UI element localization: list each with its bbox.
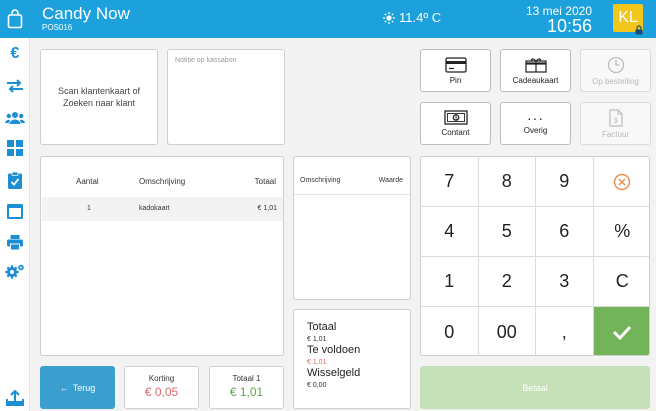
key-2[interactable]: 2	[478, 257, 536, 307]
key-4[interactable]: 4	[421, 207, 479, 257]
pin-label: Pin	[449, 75, 462, 85]
svg-text:$: $	[614, 118, 618, 125]
total1-value: € 1,01	[229, 385, 264, 399]
banknote-icon: $	[443, 110, 468, 125]
other-label: Overig	[523, 125, 548, 135]
scan-customer-button[interactable]: Scan klantenkaart of Zoeken naar klant	[40, 49, 158, 145]
table-row[interactable]: 1 kadokaart € 1,01	[42, 197, 283, 221]
key-8[interactable]: 8	[478, 157, 536, 207]
invoice-label: Factuur	[601, 129, 630, 139]
arrow-left-icon: ←	[59, 382, 69, 393]
key-00[interactable]: 00	[479, 307, 536, 355]
euro-icon[interactable]: €	[5, 44, 25, 64]
invoice-icon: $	[608, 108, 623, 127]
temperature: 11.4º C	[399, 10, 442, 25]
total1-button[interactable]: Totaal 1 € 1,01	[209, 366, 284, 409]
numpad: 7 8 9 4 5 6 % 1 2 3 C 0 00 ,	[420, 156, 650, 356]
register-id: POS016	[42, 23, 73, 32]
weather-widget: 11.4º C	[383, 10, 441, 25]
column-header-total: Totaal	[254, 177, 276, 186]
pay-button[interactable]: Betaal	[420, 366, 650, 409]
checkmark-icon	[613, 325, 632, 340]
confirm-key[interactable]	[593, 307, 649, 355]
key-9[interactable]: 9	[536, 157, 594, 207]
column-header-qty: Aantal	[76, 177, 99, 186]
total-value: € 1,01	[307, 336, 327, 343]
key-0[interactable]: 0	[421, 307, 479, 355]
key-5[interactable]: 5	[478, 207, 536, 257]
receipt-note-panel	[167, 49, 285, 145]
sidebar: €	[0, 38, 30, 411]
back-button[interactable]: ← Terug	[40, 366, 115, 409]
due-label: Te voldoen	[307, 344, 361, 356]
other-payment-button[interactable]: ··· Overig	[500, 102, 571, 145]
total-label: Totaal	[307, 321, 337, 333]
vouchers-table: Omschrijving Waarde	[293, 156, 411, 300]
grid-icon[interactable]	[5, 138, 25, 158]
receipt-note-input[interactable]	[168, 50, 284, 144]
clock-icon	[607, 56, 624, 73]
printer-icon[interactable]	[5, 232, 25, 252]
total1-label: Totaal 1	[232, 374, 261, 383]
more-dots-icon: ···	[527, 109, 544, 126]
key-clear[interactable]: C	[593, 257, 649, 307]
transfer-arrows-icon[interactable]	[5, 76, 25, 96]
key-3[interactable]: 3	[536, 257, 594, 307]
giftcard-label: Cadeaukaart	[512, 75, 559, 85]
row-description: kadokaart	[139, 205, 170, 212]
clear-entry-key[interactable]	[593, 157, 649, 207]
current-time: 10:56	[546, 16, 592, 36]
key-6[interactable]: 6	[536, 207, 594, 257]
key-7[interactable]: 7	[421, 157, 479, 207]
totals-summary: Totaal € 1,01 Te voldoen € 1,01 Wisselge…	[293, 309, 411, 409]
gift-icon	[524, 57, 547, 73]
sun-icon	[383, 11, 395, 24]
order-lines-table: Aantal Omschrijving Totaal 1 kadokaart €…	[40, 156, 284, 356]
cash-payment-button[interactable]: $ Contant	[420, 102, 491, 145]
pin-payment-button[interactable]: Pin	[420, 49, 491, 92]
voucher-header-value: Waarde	[378, 177, 403, 184]
divider	[294, 194, 410, 195]
on-order-label: Op bestelling	[592, 76, 639, 86]
back-label: Terug	[72, 382, 96, 393]
key-comma[interactable]: ,	[536, 307, 594, 355]
column-header-description: Omschrijving	[139, 177, 186, 186]
credit-card-icon	[444, 56, 467, 73]
window-icon[interactable]	[5, 201, 25, 221]
settings-gears-icon[interactable]	[5, 261, 25, 281]
discount-label: Korting	[148, 374, 175, 383]
cash-label: Contant	[441, 128, 470, 137]
change-value: € 0,00	[307, 382, 327, 389]
giftcard-payment-button[interactable]: Cadeaukaart	[500, 49, 571, 92]
customers-icon[interactable]	[5, 108, 25, 128]
shopping-bag-icon[interactable]	[0, 0, 30, 38]
checklist-icon[interactable]	[5, 170, 25, 190]
invoice-payment-button[interactable]: $ Factuur	[580, 102, 651, 145]
top-bar: Candy Now POS016 11.4º C 13 mei 2020 10:…	[0, 0, 656, 38]
upload-icon[interactable]	[5, 388, 25, 408]
key-percent[interactable]: %	[593, 207, 649, 257]
discount-button[interactable]: Korting € 0,05	[124, 366, 199, 409]
row-qty: 1	[87, 205, 91, 212]
on-order-payment-button[interactable]: Op bestelling	[580, 49, 651, 92]
app-title: Candy Now	[42, 4, 130, 23]
lock-icon	[635, 25, 643, 35]
due-value: € 1,01	[307, 359, 327, 366]
row-total: € 1,01	[257, 205, 277, 212]
discount-value: € 0,05	[144, 385, 179, 399]
key-1[interactable]: 1	[421, 257, 479, 307]
change-label: Wisselgeld	[307, 367, 361, 379]
svg-text:$: $	[454, 116, 457, 122]
cancel-circle-icon	[614, 173, 631, 190]
voucher-header-description: Omschrijving	[300, 177, 341, 184]
